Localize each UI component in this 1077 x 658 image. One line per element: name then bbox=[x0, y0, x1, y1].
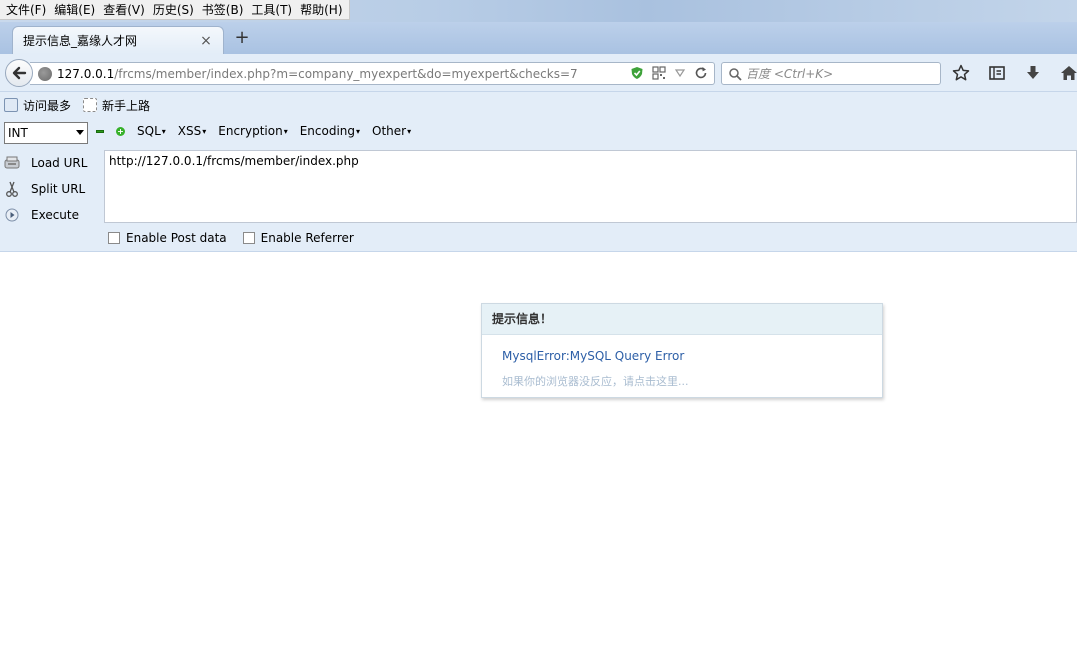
nav-toolbar-icons bbox=[950, 63, 1077, 83]
load-url-label: Load URL bbox=[31, 156, 88, 170]
chevron-down-icon bbox=[76, 130, 84, 135]
checkbox-box bbox=[108, 232, 120, 244]
window-titlebar: 文件(F) 编辑(E) 查看(V) 历史(S) 书签(B) 工具(T) 帮助(H… bbox=[0, 0, 1077, 22]
menu-help[interactable]: 帮助(H) bbox=[296, 0, 346, 20]
download-icon[interactable] bbox=[1022, 63, 1044, 83]
bookmark-label: 访问最多 bbox=[23, 98, 72, 113]
menu-history[interactable]: 历史(S) bbox=[149, 0, 198, 20]
bookmark-most-visited[interactable]: 访问最多 bbox=[4, 97, 71, 114]
back-button[interactable] bbox=[5, 59, 33, 87]
message-title: 提示信息！ bbox=[482, 304, 882, 335]
menu-tools[interactable]: 工具(T) bbox=[247, 0, 296, 20]
checkbox-label: Enable Post data bbox=[126, 231, 227, 245]
back-arrow-icon bbox=[12, 66, 27, 80]
play-icon bbox=[3, 207, 21, 223]
bookmark-getting-started[interactable]: 新手上路 bbox=[83, 97, 150, 114]
page-icon bbox=[83, 98, 98, 112]
navigation-bar: 127.0.0.1/frcms/member/index.php?m=compa… bbox=[0, 54, 1077, 92]
globe-icon bbox=[38, 66, 52, 81]
dropdown-arrow-icon[interactable] bbox=[674, 67, 686, 79]
message-box: 提示信息！ MysqlError:MySQL Query Error 如果你的浏… bbox=[481, 303, 883, 398]
qr-code-icon[interactable] bbox=[652, 66, 666, 80]
hackbar-url-textarea[interactable]: http://127.0.0.1/frcms/member/index.php bbox=[104, 150, 1077, 223]
execute-label: Execute bbox=[31, 208, 79, 222]
hackbar-options: Enable Post data Enable Referrer bbox=[108, 231, 354, 245]
bookmark-label: 新手上路 bbox=[102, 98, 151, 113]
most-visited-icon bbox=[4, 98, 18, 112]
menu-edit[interactable]: 编辑(E) bbox=[50, 0, 99, 20]
load-url-icon bbox=[3, 155, 21, 171]
redirect-link[interactable]: 如果你的浏览器没反应，请点击这里... bbox=[502, 373, 689, 389]
scissors-icon bbox=[3, 181, 21, 197]
execute-button[interactable]: Execute bbox=[0, 202, 104, 228]
menu-file[interactable]: 文件(F) bbox=[2, 0, 50, 20]
shield-icon[interactable] bbox=[630, 66, 644, 80]
menu-encoding[interactable]: Encoding bbox=[300, 124, 360, 138]
tab-title: 提示信息_嘉缘人才网 bbox=[23, 34, 138, 48]
tab-strip: 提示信息_嘉缘人才网 × + bbox=[0, 22, 1077, 54]
hackbar-type-select[interactable]: INT bbox=[4, 122, 88, 144]
tab-active[interactable]: 提示信息_嘉缘人才网 × bbox=[12, 26, 224, 54]
menu-bookmarks[interactable]: 书签(B) bbox=[198, 0, 248, 20]
menu-view[interactable]: 查看(V) bbox=[99, 0, 149, 20]
bookmarks-toolbar: 访问最多 新手上路 bbox=[0, 92, 1077, 118]
bookmark-star-icon[interactable] bbox=[950, 63, 972, 83]
search-icon bbox=[729, 67, 742, 81]
split-url-label: Split URL bbox=[31, 182, 86, 196]
enable-post-data-checkbox[interactable]: Enable Post data bbox=[108, 231, 227, 245]
split-url-button[interactable]: Split URL bbox=[0, 176, 104, 202]
error-message: MysqlError:MySQL Query Error bbox=[502, 349, 685, 363]
bookmarks-list-icon[interactable] bbox=[986, 63, 1008, 83]
menu-sql[interactable]: SQL bbox=[137, 124, 166, 138]
url-bar[interactable]: 127.0.0.1/frcms/member/index.php?m=compa… bbox=[30, 62, 715, 85]
enable-referrer-checkbox[interactable]: Enable Referrer bbox=[242, 231, 354, 245]
menu-xss[interactable]: XSS bbox=[178, 124, 206, 138]
load-url-button[interactable]: Load URL bbox=[0, 150, 104, 176]
checkbox-box bbox=[242, 232, 255, 244]
url-host: 127.0.0.1 bbox=[57, 66, 115, 81]
hackbar-panel: INT + SQL XSS Encryption Encoding Other … bbox=[0, 118, 1077, 252]
url-text[interactable]: 127.0.0.1/frcms/member/index.php?m=compa… bbox=[57, 67, 578, 81]
search-placeholder: 百度 <Ctrl+K> bbox=[746, 67, 834, 81]
reload-icon[interactable] bbox=[694, 66, 708, 80]
url-path: /frcms/member/index.php?m=company_myexpe… bbox=[114, 66, 578, 81]
url-icons bbox=[630, 66, 708, 80]
menu-encryption[interactable]: Encryption bbox=[218, 124, 287, 138]
decrease-icon[interactable] bbox=[96, 129, 104, 133]
home-icon[interactable] bbox=[1058, 63, 1077, 83]
hackbar-actions: Load URL Split URL Execute bbox=[0, 150, 104, 228]
new-tab-button[interactable]: + bbox=[232, 28, 252, 48]
checkbox-label: Enable Referrer bbox=[260, 231, 354, 245]
search-bar[interactable]: 百度 <Ctrl+K> bbox=[721, 62, 941, 85]
close-icon[interactable]: × bbox=[199, 33, 213, 49]
menu-bar: 文件(F) 编辑(E) 查看(V) 历史(S) 书签(B) 工具(T) 帮助(H… bbox=[0, 0, 350, 20]
select-value: INT bbox=[8, 126, 28, 140]
hackbar-menu: + SQL XSS Encryption Encoding Other bbox=[96, 124, 411, 138]
menu-other[interactable]: Other bbox=[372, 124, 411, 138]
increase-icon[interactable]: + bbox=[116, 126, 125, 136]
